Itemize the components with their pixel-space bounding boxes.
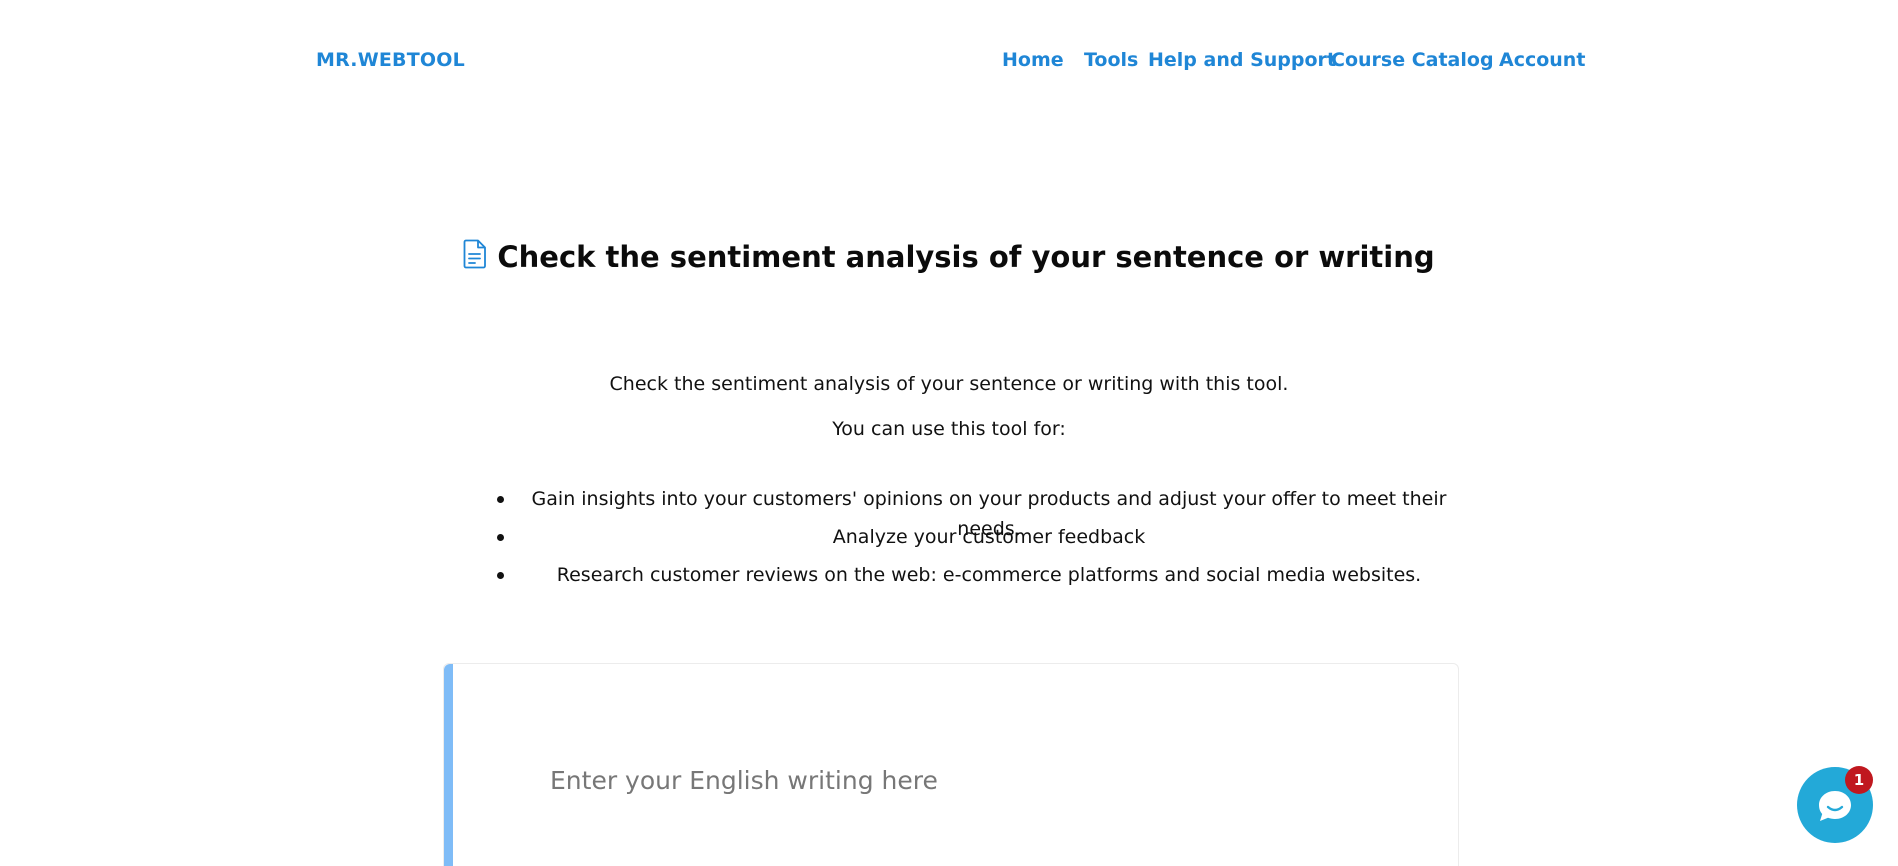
main-nav: Home Tools Help and Support Course Catal…: [0, 49, 1898, 75]
list-item: Research customer reviews on the web: e-…: [497, 560, 1457, 598]
use-for-label: You can use this tool for:: [832, 418, 1066, 440]
page-title: Check the sentiment analysis of your sen…: [497, 240, 1435, 274]
nav-account-link[interactable]: Account: [1499, 49, 1585, 71]
editor-card: [443, 663, 1459, 866]
editor-card-accent: [444, 664, 453, 866]
chat-notification-badge: 1: [1845, 766, 1873, 794]
list-item: Gain insights into your customers' opini…: [497, 484, 1457, 540]
nav-course-catalog-link[interactable]: Course Catalog: [1331, 49, 1494, 71]
title-row: Check the sentiment analysis of your sen…: [0, 239, 1898, 274]
chat-bubble-icon: [1819, 791, 1851, 821]
tool-description: Check the sentiment analysis of your sen…: [609, 373, 1289, 395]
list-item: Analyze your customer feedback: [497, 522, 1457, 560]
page: MR.WEBTOOL Home Tools Help and Support C…: [0, 0, 1898, 866]
nav-home-link[interactable]: Home: [1002, 49, 1064, 71]
nav-help-link[interactable]: Help and Support: [1148, 49, 1336, 71]
nav-tools-link[interactable]: Tools: [1084, 49, 1138, 71]
document-icon: [463, 239, 487, 269]
use-case-list: Gain insights into your customers' opini…: [497, 484, 1457, 598]
writing-input[interactable]: [548, 759, 1432, 801]
